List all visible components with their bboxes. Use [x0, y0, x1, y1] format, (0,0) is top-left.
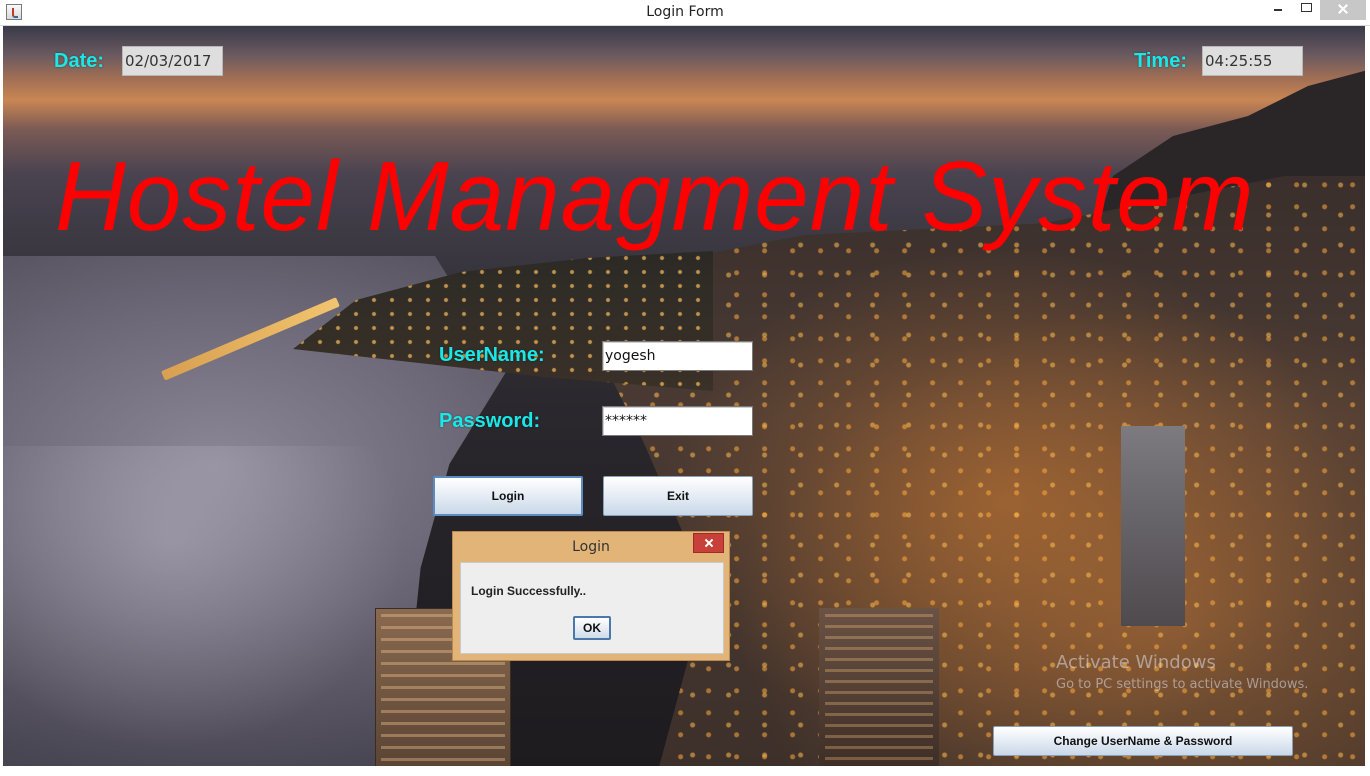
minimize-button[interactable]: [1262, 0, 1292, 20]
activate-windows-subtitle: Go to PC settings to activate Windows.: [1056, 677, 1309, 692]
sea-reflection: [3, 446, 423, 766]
exit-button[interactable]: Exit: [603, 476, 753, 516]
change-credentials-button[interactable]: Change UserName & Password: [993, 726, 1293, 756]
building-center: [819, 608, 939, 766]
dialog-title: Login: [572, 539, 610, 555]
date-field[interactable]: 02/03/2017: [122, 46, 223, 76]
time-field[interactable]: 04:25:55: [1202, 46, 1303, 76]
building-right: [1121, 426, 1185, 626]
close-button[interactable]: [1320, 0, 1366, 20]
window-bottom-border: [0, 766, 1370, 776]
app-title: Hostel Managment System: [55, 141, 1255, 251]
window-titlebar: Login Form: [0, 0, 1370, 26]
dialog-message: Login Successfully..: [471, 584, 587, 598]
dialog-body: Login Successfully.. OK: [460, 562, 724, 654]
activate-windows-title: Activate Windows: [1056, 652, 1216, 673]
ok-button[interactable]: OK: [573, 616, 611, 640]
username-input[interactable]: yogesh: [602, 341, 753, 371]
password-input[interactable]: ******: [602, 406, 753, 436]
password-label: Password:: [439, 410, 541, 432]
login-dialog: Login Login Successfully.. OK: [452, 531, 730, 661]
username-label: UserName:: [439, 344, 545, 366]
login-button[interactable]: Login: [433, 476, 583, 516]
date-label: Date:: [54, 50, 105, 72]
time-label: Time:: [1134, 50, 1187, 72]
maximize-button[interactable]: [1292, 0, 1320, 20]
dialog-close-button[interactable]: [693, 533, 724, 553]
window-title: Login Form: [646, 4, 724, 20]
